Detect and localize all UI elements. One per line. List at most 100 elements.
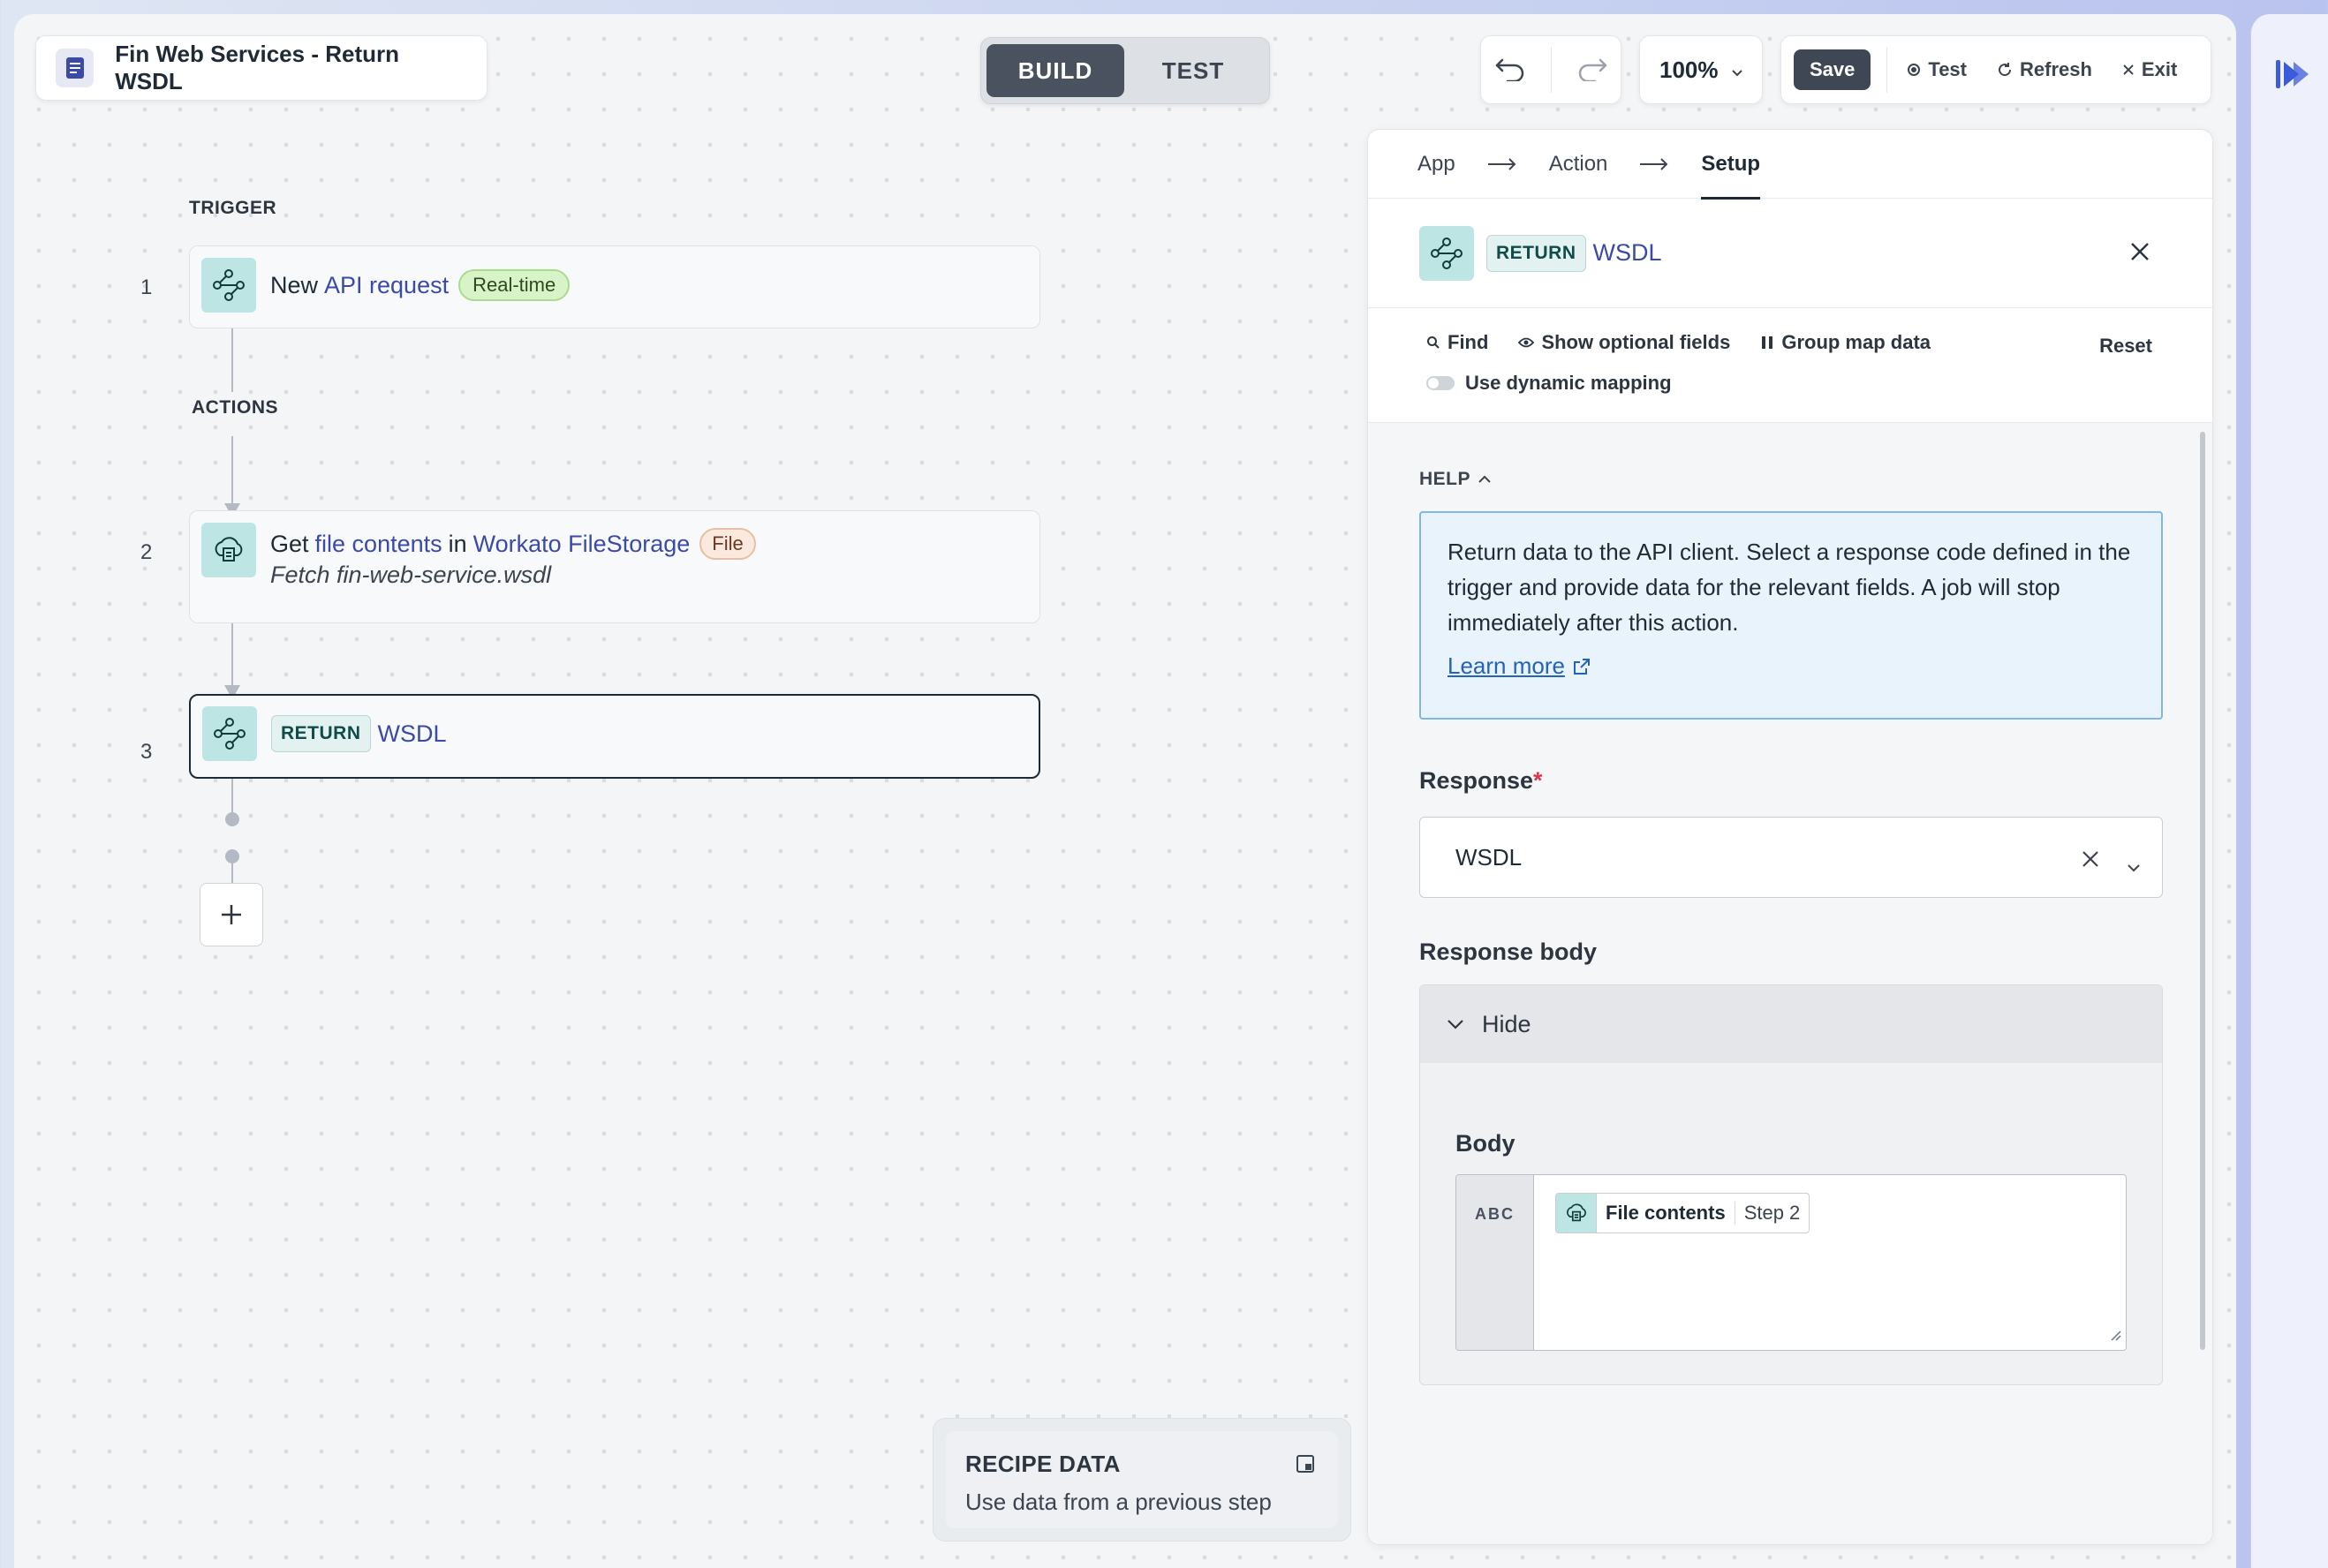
file-badge: File bbox=[699, 528, 756, 560]
step-number: 2 bbox=[140, 540, 153, 564]
api-platform-icon bbox=[201, 258, 256, 313]
datapill[interactable]: File contents Step 2 bbox=[1555, 1193, 1810, 1233]
scrollbar[interactable] bbox=[2200, 432, 2205, 1350]
reset-button[interactable]: Reset bbox=[2099, 335, 2152, 358]
arrow-right-icon bbox=[1487, 157, 1517, 170]
zoom-value: 100% bbox=[1659, 56, 1719, 83]
plus-icon bbox=[222, 905, 241, 924]
response-select[interactable]: WSDL bbox=[1419, 817, 2163, 898]
history-controls bbox=[1480, 35, 1621, 104]
step-object-link: API request bbox=[324, 271, 450, 298]
response-label: Response* bbox=[1419, 767, 1543, 794]
crumb-setup[interactable]: Setup bbox=[1701, 152, 1760, 200]
step-verb: New bbox=[270, 271, 319, 298]
panel-scroll-area[interactable]: HELP Return data to the API client. Sele… bbox=[1368, 423, 2212, 1544]
chevron-down-icon[interactable] bbox=[2127, 851, 2141, 878]
add-step-button[interactable] bbox=[200, 883, 263, 946]
crumb-app[interactable]: App bbox=[1417, 152, 1455, 177]
field-type-tag: ABC bbox=[1456, 1175, 1534, 1350]
recipe-title-card[interactable]: Fin Web Services - Return WSDL bbox=[35, 35, 488, 101]
step-subtitle: Fetch fin-web-service.wsdl bbox=[270, 562, 552, 588]
expand-panel-icon[interactable] bbox=[1296, 1454, 1315, 1478]
recipe-actions: Save Test Refresh Exit bbox=[1780, 35, 2211, 104]
test-tab[interactable]: TEST bbox=[1124, 44, 1262, 97]
eye-icon bbox=[1518, 337, 1535, 348]
field-tools: Find Show optional fields Group map data… bbox=[1368, 308, 2212, 423]
response-body-group: Hide Body ABC File contents Step 2 bbox=[1419, 984, 2163, 1385]
crumb-action[interactable]: Action bbox=[1549, 152, 1608, 177]
panel-header: RETURN WSDL bbox=[1368, 199, 2212, 308]
connector-line bbox=[231, 328, 233, 392]
zoom-select[interactable]: 100% bbox=[1639, 35, 1763, 104]
return-tag: RETURN bbox=[1486, 234, 1586, 272]
divider bbox=[1886, 47, 1888, 93]
step-config-panel: App Action Setup RETURN WSDL Find Show o… bbox=[1367, 129, 2213, 1545]
divider bbox=[1550, 47, 1552, 93]
file-storage-icon bbox=[1556, 1194, 1597, 1233]
breadcrumb: App Action Setup bbox=[1368, 130, 2212, 200]
arrow-right-icon bbox=[1639, 157, 1669, 170]
dynamic-mapping-label: Use dynamic mapping bbox=[1465, 372, 1672, 394]
help-toggle[interactable]: HELP bbox=[1419, 469, 1492, 490]
step-object-link: file contents bbox=[314, 530, 442, 557]
body-field-label: Body bbox=[1455, 1130, 1515, 1157]
record-icon bbox=[1908, 64, 1921, 76]
refresh-button[interactable]: Refresh bbox=[1997, 58, 2092, 81]
panel-step-title: WSDL bbox=[1592, 239, 1662, 266]
recipe-data-card[interactable]: RECIPE DATA Use data from a previous ste… bbox=[933, 1418, 1351, 1542]
trigger-section-label: TRIGGER bbox=[189, 198, 277, 218]
step-card-trigger[interactable]: New API request Real-time bbox=[189, 245, 1040, 328]
mode-toggle: BUILD TEST bbox=[980, 37, 1270, 104]
close-icon bbox=[2123, 64, 2134, 75]
close-icon[interactable] bbox=[2129, 241, 2150, 267]
clear-icon[interactable] bbox=[2081, 848, 2100, 875]
connector-dot bbox=[225, 812, 239, 826]
undo-icon[interactable] bbox=[1493, 55, 1527, 86]
datapill-name: File contents bbox=[1597, 1202, 1735, 1225]
search-icon bbox=[1427, 336, 1440, 349]
document-icon bbox=[56, 49, 94, 87]
refresh-icon bbox=[1999, 63, 2012, 77]
group-icon bbox=[1762, 336, 1773, 349]
realtime-badge: Real-time bbox=[458, 269, 571, 301]
expand-sidebar-icon[interactable] bbox=[2272, 55, 2311, 94]
actions-section-label: ACTIONS bbox=[192, 397, 278, 418]
step-app-link: Workato FileStorage bbox=[472, 530, 691, 557]
help-text: Return data to the API client. Select a … bbox=[1447, 539, 2131, 636]
api-platform-icon bbox=[1419, 225, 1474, 281]
step-number: 1 bbox=[140, 275, 153, 299]
step-connector-word: in bbox=[448, 530, 467, 557]
recipe-data-subtitle: Use data from a previous step bbox=[965, 1489, 1272, 1515]
required-asterisk: * bbox=[1533, 767, 1543, 794]
exit-button[interactable]: Exit bbox=[2122, 58, 2177, 81]
step-number: 3 bbox=[140, 740, 153, 764]
learn-more-link[interactable]: Learn more bbox=[1447, 652, 1591, 680]
external-link-icon bbox=[1573, 658, 1590, 675]
body-input[interactable]: ABC File contents Step 2 bbox=[1455, 1174, 2127, 1351]
connector-line bbox=[231, 862, 233, 883]
step-verb: Get bbox=[270, 530, 309, 557]
save-button[interactable]: Save bbox=[1794, 49, 1871, 90]
step-card-get-file[interactable]: Get file contents in Workato FileStorage… bbox=[189, 510, 1040, 623]
hide-toggle[interactable]: Hide bbox=[1420, 985, 2162, 1063]
step-card-return[interactable]: RETURN WSDL bbox=[189, 694, 1040, 779]
chevron-down-icon bbox=[1731, 57, 1743, 84]
show-optional-fields-button[interactable]: Show optional fields bbox=[1518, 331, 1730, 354]
chevron-up-icon bbox=[1478, 475, 1491, 483]
build-tab[interactable]: BUILD bbox=[986, 44, 1124, 97]
chevron-down-icon bbox=[1447, 1020, 1463, 1029]
connector-line bbox=[231, 436, 233, 507]
test-button[interactable]: Test bbox=[1907, 58, 1967, 81]
dynamic-mapping-toggle[interactable] bbox=[1426, 376, 1455, 390]
datapill-step: Step 2 bbox=[1743, 1202, 1801, 1224]
recipe-title: Fin Web Services - Return WSDL bbox=[115, 41, 399, 94]
redo-icon[interactable] bbox=[1576, 55, 1609, 86]
right-rail bbox=[2250, 14, 2328, 1568]
api-platform-icon bbox=[202, 706, 257, 761]
resize-handle-icon[interactable] bbox=[2108, 1328, 2122, 1346]
file-storage-icon bbox=[201, 523, 256, 577]
return-tag: RETURN bbox=[271, 715, 371, 752]
find-button[interactable]: Find bbox=[1426, 331, 1488, 354]
group-map-data-button[interactable]: Group map data bbox=[1760, 331, 1931, 354]
recipe-canvas[interactable]: Fin Web Services - Return WSDL BUILD TES… bbox=[14, 14, 2236, 1568]
